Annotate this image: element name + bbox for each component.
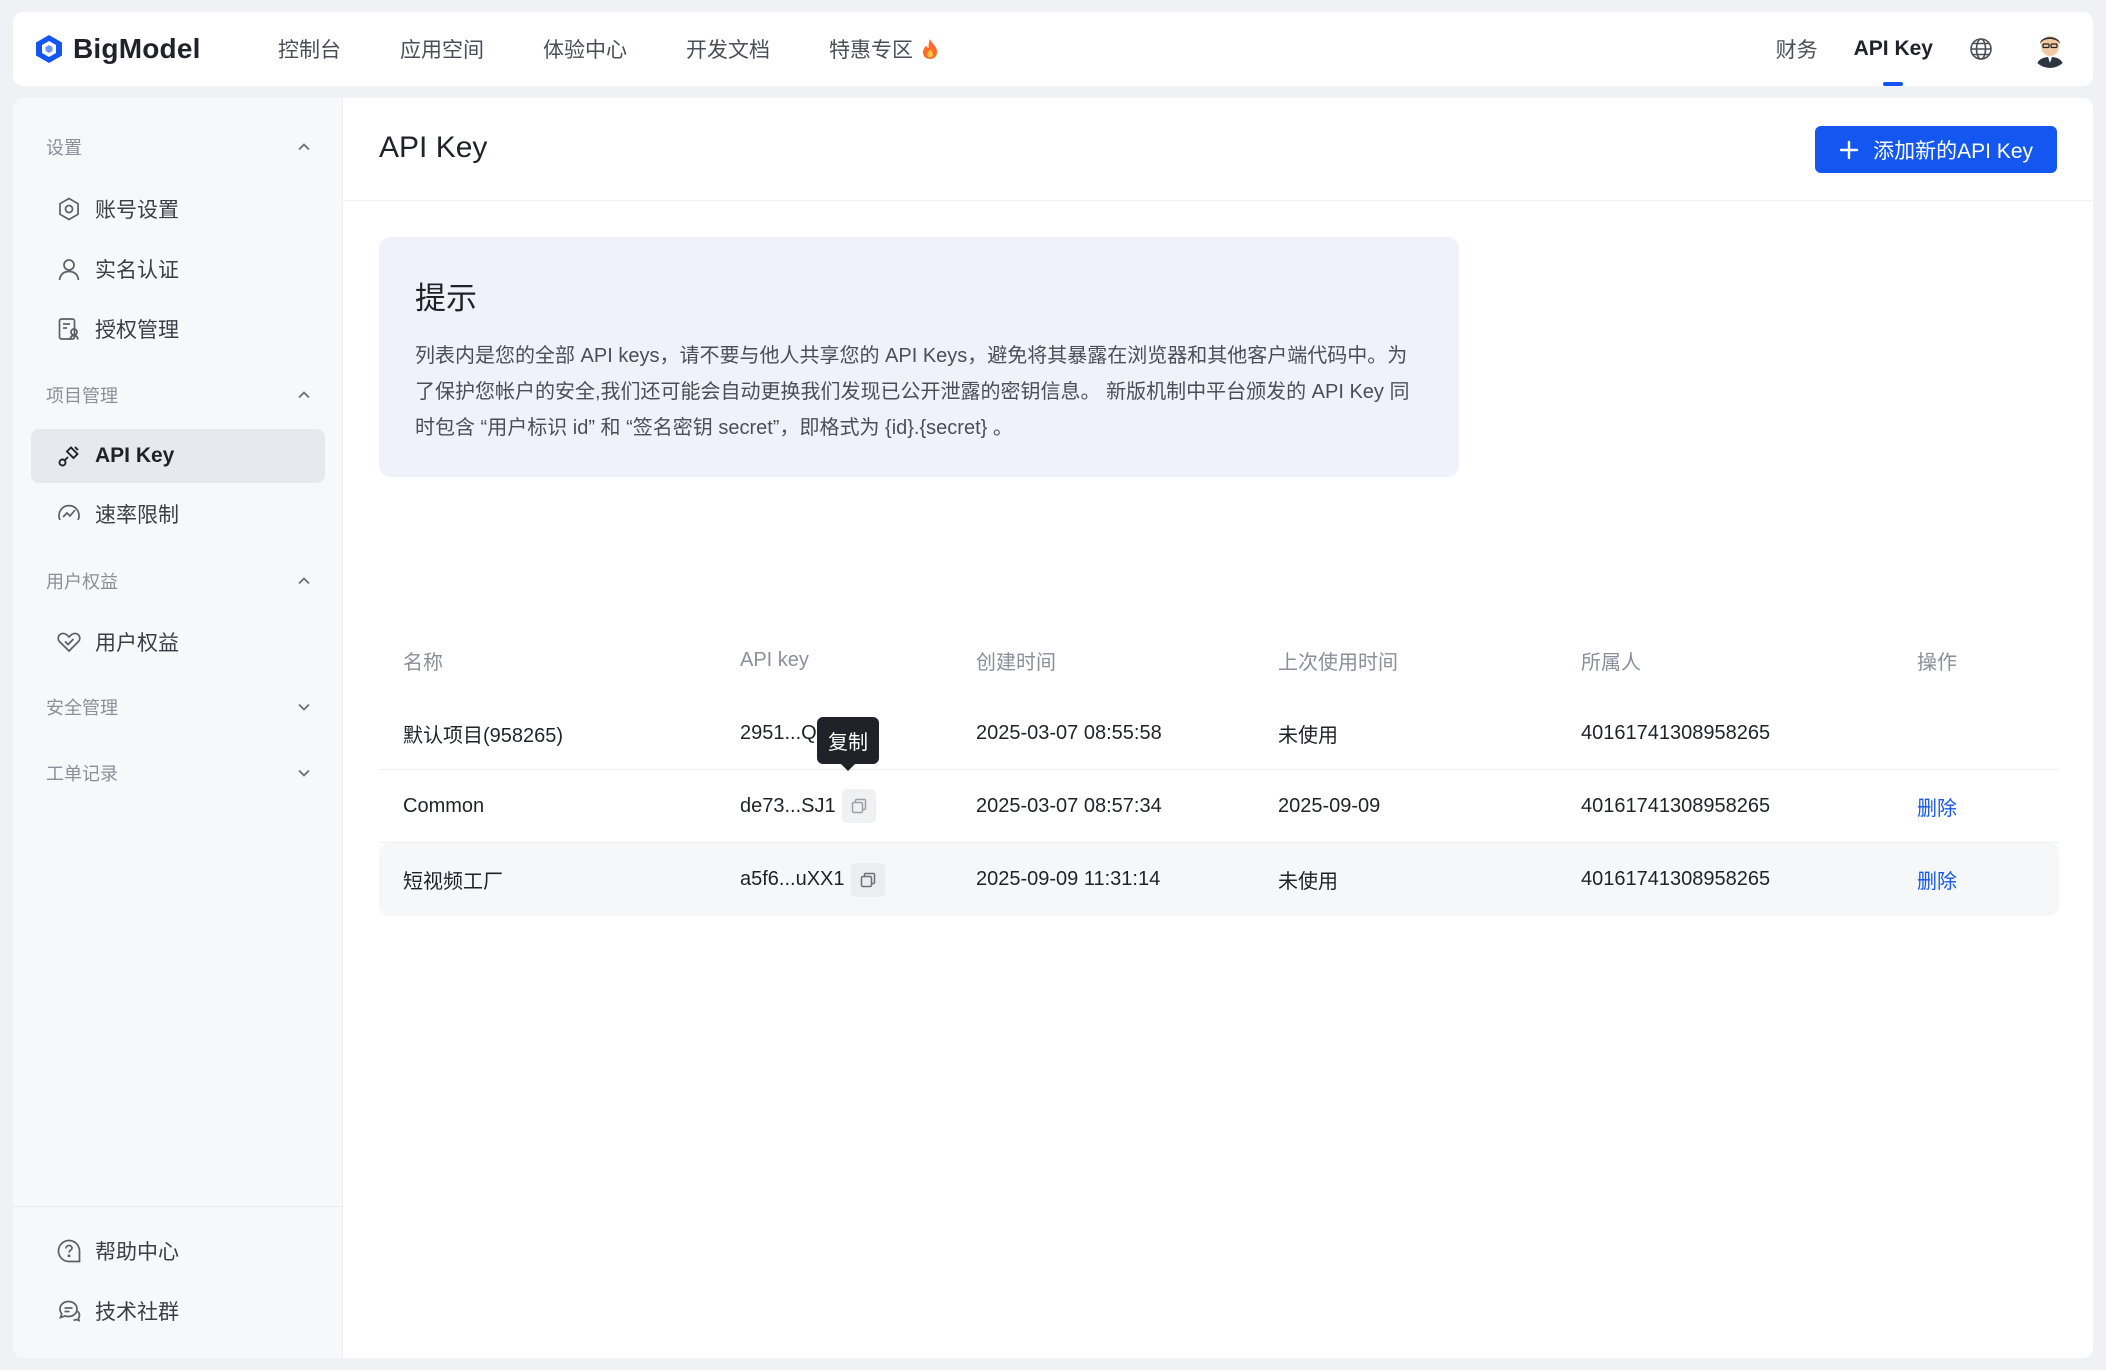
add-api-key-button[interactable]: 添加新的API Key bbox=[1815, 126, 2057, 173]
copy-icon[interactable] bbox=[850, 862, 885, 897]
row-owner: 40161741308958265 bbox=[1581, 721, 1771, 744]
brand-logo[interactable]: BigModel bbox=[33, 33, 278, 65]
chevron-up-icon bbox=[296, 387, 312, 403]
nav-console[interactable]: 控制台 bbox=[278, 34, 341, 64]
sidebar-item-label: 实名认证 bbox=[95, 259, 179, 282]
sidebar-item-help-center[interactable]: 帮助中心 bbox=[31, 1224, 325, 1278]
copy-tooltip: 复制 bbox=[817, 717, 879, 764]
sidebar-item-account-settings[interactable]: 账号设置 bbox=[31, 182, 325, 236]
header-last-used: 上次使用时间 bbox=[1278, 651, 1398, 674]
chevron-up-icon bbox=[296, 139, 312, 155]
sidebar-item-label: 账号设置 bbox=[95, 199, 179, 222]
sidebar-item-api-key[interactable]: API Key bbox=[31, 429, 325, 483]
table-header: 名称 API key 创建时间 上次使用时间 所属人 操作 bbox=[379, 623, 2059, 697]
header-api-key: API key bbox=[740, 648, 809, 671]
row-actions: 删除 bbox=[1893, 792, 2059, 821]
nav-dev-docs[interactable]: 开发文档 bbox=[686, 34, 770, 64]
settings-icon bbox=[55, 195, 83, 223]
row-owner: 40161741308958265 bbox=[1581, 868, 1771, 890]
sidebar-divider bbox=[13, 1206, 343, 1207]
chat-icon bbox=[55, 1297, 83, 1325]
nav-finance[interactable]: 财务 bbox=[1776, 12, 1818, 86]
table-row: 短视频工厂 a5f6...uXX1 2025-09-09 11:31:14 未使… bbox=[379, 843, 2059, 916]
nav-special-offers-label: 特惠专区 bbox=[829, 39, 913, 62]
delete-link[interactable]: 删除 bbox=[1917, 871, 1957, 893]
fire-icon bbox=[921, 38, 939, 60]
header-name: 名称 bbox=[403, 651, 443, 674]
tip-card: 提示 列表内是您的全部 API keys，请不要与他人共享您的 API Keys… bbox=[379, 237, 1459, 477]
sidebar-item-label: 授权管理 bbox=[95, 319, 179, 342]
sidebar-group-project[interactable]: 项目管理 bbox=[46, 382, 312, 408]
api-key-masked: de73...SJ1 bbox=[740, 794, 836, 817]
header-actions: 操作 bbox=[1917, 651, 1957, 674]
sidebar-group-security-title: 安全管理 bbox=[46, 698, 118, 718]
row-name: 默认项目(958265) bbox=[403, 724, 564, 747]
api-key-table: 名称 API key 创建时间 上次使用时间 所属人 操作 默认项目(95826… bbox=[379, 623, 2059, 916]
sidebar-group-tickets-title: 工单记录 bbox=[46, 764, 118, 784]
row-last-used: 未使用 bbox=[1278, 871, 1338, 893]
key-plug-icon bbox=[55, 442, 83, 470]
sidebar-item-real-name-auth[interactable]: 实名认证 bbox=[31, 242, 325, 296]
tip-body: 列表内是您的全部 API keys，请不要与他人共享您的 API Keys，避免… bbox=[415, 345, 1410, 439]
delete-link[interactable]: 删除 bbox=[1917, 798, 1957, 820]
table-row: Common de73...SJ1 复制 2025-03-07 08:57:34… bbox=[379, 717, 2059, 843]
plus-icon bbox=[1839, 140, 1859, 160]
tip-title: 提示 bbox=[415, 281, 477, 316]
row-owner: 40161741308958265 bbox=[1581, 794, 1771, 817]
sidebar-item-rate-limit[interactable]: 速率限制 bbox=[31, 487, 325, 541]
copy-icon[interactable] bbox=[841, 789, 876, 823]
api-key-masked: a5f6...uXX1 bbox=[740, 868, 845, 890]
help-icon bbox=[55, 1237, 83, 1265]
sidebar-item-label: API Key bbox=[95, 444, 175, 467]
row-created: 2025-09-09 11:31:14 bbox=[976, 868, 1161, 890]
sidebar-group-settings[interactable]: 设置 bbox=[46, 134, 312, 160]
nav-app-space[interactable]: 应用空间 bbox=[400, 34, 484, 64]
main-content: API Key 添加新的API Key 提示 列表内是您的全部 API keys… bbox=[343, 98, 2093, 1358]
row-actions: 删除 bbox=[1893, 865, 2059, 894]
page-title: API Key bbox=[379, 131, 488, 164]
row-last-used: 2025-09-09 bbox=[1278, 794, 1381, 817]
row-created: 2025-03-07 08:57:34 bbox=[976, 794, 1162, 817]
row-api-key: de73...SJ1 复制 bbox=[716, 717, 952, 823]
chevron-down-icon bbox=[296, 699, 312, 715]
nav-api-key[interactable]: API Key bbox=[1854, 12, 1933, 86]
sidebar-item-label: 技术社群 bbox=[95, 1301, 179, 1324]
add-api-key-label: 添加新的API Key bbox=[1873, 139, 2033, 163]
sidebar-item-authorization[interactable]: 授权管理 bbox=[31, 302, 325, 356]
header-divider bbox=[343, 200, 2093, 201]
table-row: 默认项目(958265) 2951...Qsnl 2025-03-07 08:5… bbox=[379, 697, 2059, 770]
sidebar-item-label: 速率限制 bbox=[95, 504, 179, 527]
auth-doc-icon bbox=[55, 315, 83, 343]
row-last-used: 未使用 bbox=[1278, 724, 1338, 747]
row-created: 2025-03-07 08:55:58 bbox=[976, 721, 1162, 744]
sidebar-group-user-benefits[interactable]: 用户权益 bbox=[46, 568, 312, 594]
gauge-icon bbox=[55, 500, 83, 528]
header-owner: 所属人 bbox=[1581, 651, 1641, 674]
row-name: 短视频工厂 bbox=[403, 871, 503, 893]
sidebar: 设置 账号设置 实名认证 授权管理 项目管理 API Key 速率限制 用户权益… bbox=[13, 98, 343, 1358]
sidebar-item-label: 帮助中心 bbox=[95, 1241, 179, 1264]
sidebar-item-tech-community[interactable]: 技术社群 bbox=[31, 1284, 325, 1338]
avatar[interactable] bbox=[2031, 30, 2069, 68]
top-navbar: BigModel 控制台 应用空间 体验中心 开发文档 特惠专区 财务 API … bbox=[13, 12, 2093, 86]
chevron-down-icon bbox=[296, 765, 312, 781]
sidebar-group-settings-title: 设置 bbox=[46, 138, 82, 158]
sidebar-item-label: 用户权益 bbox=[95, 632, 179, 655]
brand-name: BigModel bbox=[73, 33, 201, 64]
nav-special-offers[interactable]: 特惠专区 bbox=[829, 34, 939, 64]
sidebar-group-tickets[interactable]: 工单记录 bbox=[46, 760, 312, 786]
header-created: 创建时间 bbox=[976, 651, 1056, 674]
sidebar-item-user-benefits[interactable]: 用户权益 bbox=[31, 615, 325, 669]
bigmodel-logo-icon bbox=[36, 35, 62, 63]
row-api-key: a5f6...uXX1 bbox=[716, 862, 952, 897]
sidebar-group-user-benefits-title: 用户权益 bbox=[46, 572, 118, 592]
sidebar-group-security[interactable]: 安全管理 bbox=[46, 694, 312, 720]
heart-badge-icon bbox=[55, 628, 83, 656]
nav-experience-center[interactable]: 体验中心 bbox=[543, 34, 627, 64]
user-icon bbox=[55, 255, 83, 283]
chevron-up-icon bbox=[296, 573, 312, 589]
row-name: Common bbox=[403, 794, 485, 817]
globe-icon[interactable] bbox=[1969, 36, 1995, 62]
sidebar-group-project-title: 项目管理 bbox=[46, 386, 118, 406]
